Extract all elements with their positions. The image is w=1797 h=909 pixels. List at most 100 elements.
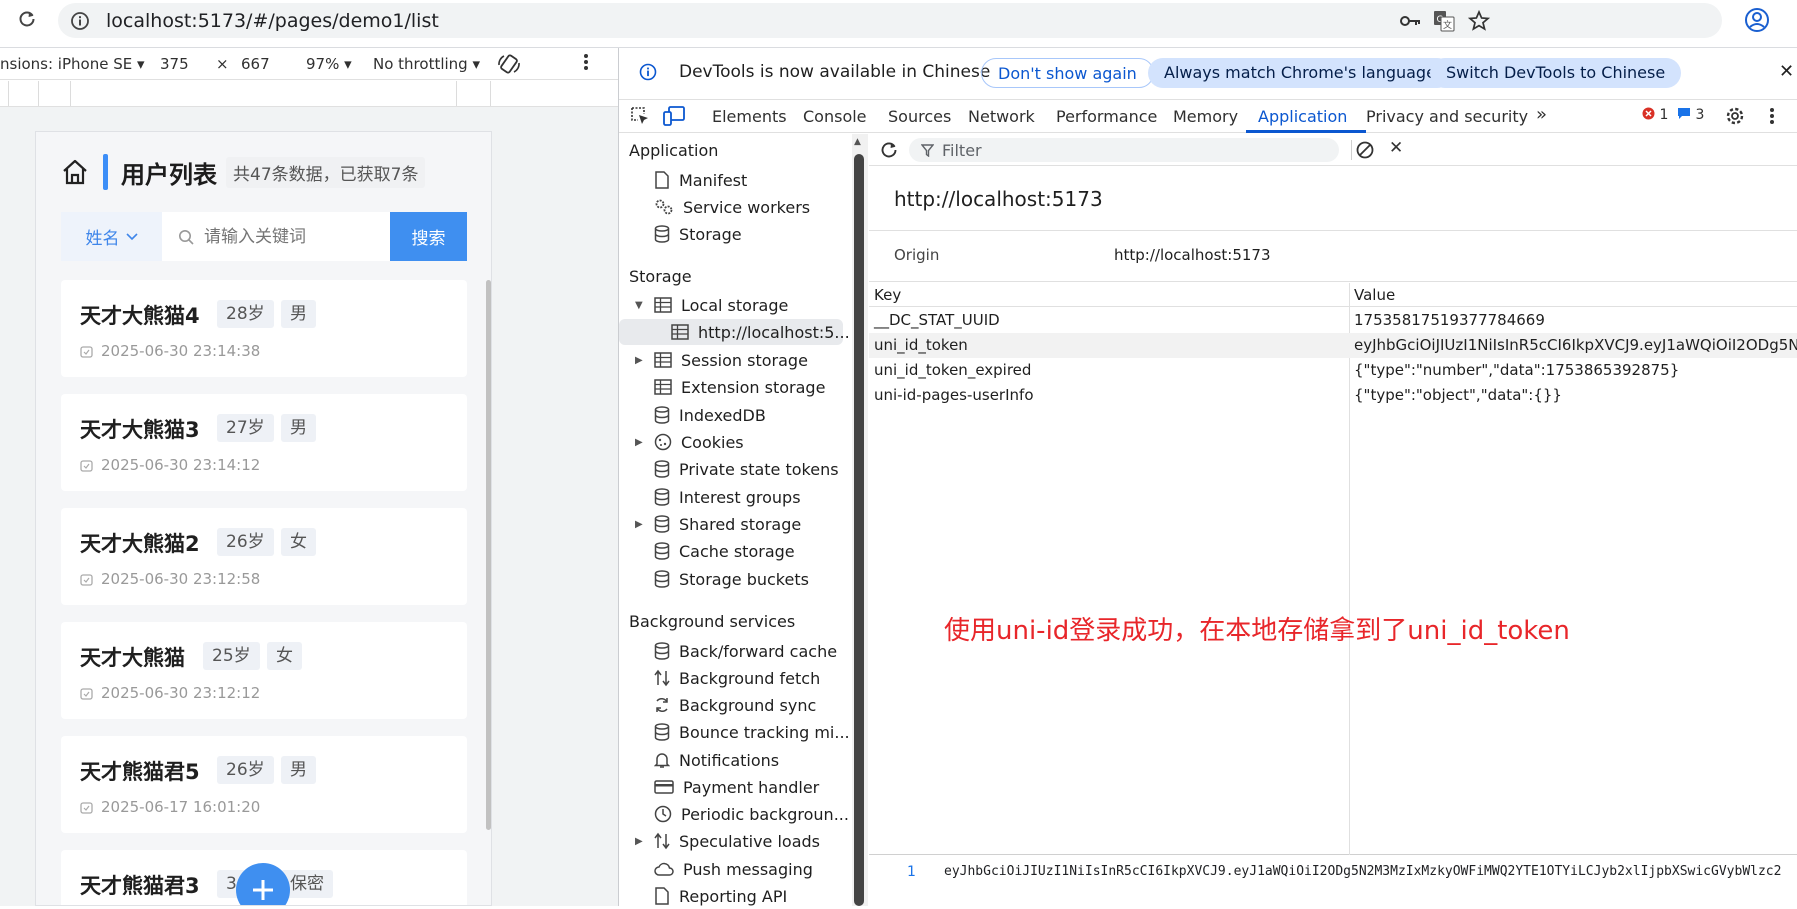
key-icon[interactable]: [1400, 10, 1422, 32]
user-card[interactable]: 天才大熊猫3 27岁 男 2025-06-30 23:14:12: [61, 394, 467, 491]
browser-toolbar: localhost:5173/#/pages/demo1/list G文: [0, 0, 1797, 48]
sidebar-item-notifications[interactable]: Notifications: [654, 747, 779, 773]
gender-tag: 男: [281, 414, 316, 442]
sidebar-item-shared-storage[interactable]: ▶ Shared storage: [635, 511, 801, 537]
user-card[interactable]: 天才大熊猫2 26岁 女 2025-06-30 23:12:58: [61, 508, 467, 605]
reload-icon[interactable]: [16, 8, 38, 30]
sidebar-item-indexeddb[interactable]: IndexedDB: [654, 402, 766, 428]
sidebar-item-storage-buckets[interactable]: Storage buckets: [654, 566, 809, 592]
tab-console[interactable]: Console: [803, 107, 867, 126]
tab-privacy-security[interactable]: Privacy and security: [1366, 107, 1528, 126]
sidebar-item-periodic-background-sync[interactable]: Periodic backgroun...: [654, 801, 849, 827]
tab-application[interactable]: Application: [1258, 107, 1347, 126]
user-time: 2025-06-30 23:14:12: [80, 456, 260, 474]
url-text[interactable]: localhost:5173/#/pages/demo1/list: [106, 10, 439, 32]
collapsed-triangle-icon[interactable]: ▶: [635, 437, 645, 448]
devtools-more-icon[interactable]: [1769, 106, 1775, 130]
device-toolbar-toggle-icon[interactable]: [663, 106, 685, 130]
user-card[interactable]: 天才大熊猫 25岁 女 2025-06-30 23:12:12: [61, 622, 467, 719]
table-row[interactable]: uni_id_token_expired {"type":"number","d…: [869, 358, 1797, 383]
tab-sources[interactable]: Sources: [888, 107, 951, 126]
app-header: 用户列表 共47条数据，已获取7条: [61, 154, 426, 190]
message-count-badge[interactable]: 3: [1677, 107, 1704, 123]
settings-gear-icon[interactable]: [1725, 106, 1745, 130]
viewport-height[interactable]: 667: [241, 55, 270, 73]
collapsed-triangle-icon[interactable]: ▶: [635, 355, 645, 366]
age-tag: 27岁: [217, 414, 274, 442]
sidebar-item-payment-handler[interactable]: Payment handler: [654, 774, 819, 800]
database-icon: [654, 515, 670, 533]
bookmark-star-icon[interactable]: [1468, 10, 1490, 32]
gears-icon: [655, 199, 673, 215]
sidebar-item-bounce-tracking[interactable]: Bounce tracking mi...: [654, 719, 850, 745]
sidebar-item-interest-groups[interactable]: Interest groups: [654, 484, 801, 510]
translate-icon[interactable]: G文: [1433, 10, 1455, 32]
user-time: 2025-06-30 23:14:38: [80, 342, 260, 360]
expanded-triangle-icon[interactable]: ▼: [635, 300, 645, 311]
profile-avatar-icon[interactable]: [1744, 7, 1770, 33]
sidebar-item-storage[interactable]: Storage: [654, 221, 742, 247]
inspect-element-icon[interactable]: [630, 106, 650, 130]
sidebar-scrollbar-thumb[interactable]: [854, 154, 864, 906]
tab-elements[interactable]: Elements: [712, 107, 787, 126]
collapsed-triangle-icon[interactable]: ▶: [635, 836, 645, 847]
collapsed-triangle-icon[interactable]: ▶: [635, 519, 645, 530]
sidebar-item-cache-storage[interactable]: Cache storage: [654, 538, 795, 564]
address-bar[interactable]: localhost:5173/#/pages/demo1/list G文: [58, 3, 1722, 38]
sidebar-item-private-state-tokens[interactable]: Private state tokens: [654, 456, 839, 482]
user-time-text: 2025-06-30 23:14:12: [101, 456, 261, 474]
page-scrollbar[interactable]: [486, 280, 491, 830]
table-row[interactable]: uni_id_token eyJhbGciOiJIUzI1NiIsInR5cCI…: [869, 333, 1797, 358]
scroll-up-arrow-icon[interactable]: ▲: [854, 137, 861, 147]
search-input[interactable]: [204, 226, 364, 247]
sidebar-item-local-origin[interactable]: http://localhost:5...: [619, 319, 850, 345]
user-card[interactable]: 天才大熊猫4 28岁 男 2025-06-30 23:14:38: [61, 280, 467, 377]
sidebar-label: Background fetch: [679, 668, 821, 688]
refresh-icon[interactable]: [879, 140, 899, 164]
device-toolbar: nsions: iPhone SE ▾ 375 × 667 97% ▾ No t…: [0, 48, 618, 80]
zoom-select[interactable]: 97% ▾: [306, 55, 352, 73]
sidebar-label: Extension storage: [681, 377, 826, 397]
table-row[interactable]: uni-id-pages-userInfo {"type":"object","…: [869, 383, 1797, 408]
sidebar-item-cookies[interactable]: ▶ Cookies: [635, 429, 744, 455]
delete-selected-icon[interactable]: ✕: [1389, 138, 1403, 158]
column-key-header[interactable]: Key: [874, 286, 901, 304]
sidebar-item-speculative-loads[interactable]: ▶ Speculative loads: [635, 828, 820, 854]
preview-code[interactable]: eyJhbGciOiJIUzI1NiIsInR5cCI6IkpXVCJ9.eyJ…: [944, 864, 1781, 879]
sidebar-item-back-forward-cache[interactable]: Back/forward cache: [654, 638, 837, 664]
error-count-badge[interactable]: 1: [1642, 107, 1668, 123]
always-match-language-button[interactable]: Always match Chrome's language: [1148, 58, 1452, 88]
device-more-icon[interactable]: [583, 52, 589, 76]
user-card[interactable]: 天才熊猫君5 26岁 男 2025-06-17 16:01:20: [61, 736, 467, 833]
sidebar-item-session-storage[interactable]: ▶ Session storage: [635, 347, 808, 373]
close-icon[interactable]: ✕: [1779, 61, 1794, 82]
sidebar-item-service-workers[interactable]: Service workers: [654, 194, 810, 220]
clear-all-icon[interactable]: [1355, 140, 1375, 164]
sidebar-item-reporting-api[interactable]: Reporting API: [654, 883, 787, 909]
device-select[interactable]: nsions: iPhone SE ▾: [0, 55, 145, 73]
database-icon: [654, 542, 670, 560]
sidebar-item-push-messaging[interactable]: Push messaging: [654, 856, 813, 882]
filter-input[interactable]: Filter: [909, 138, 1339, 162]
sidebar-item-background-sync[interactable]: Background sync: [654, 692, 816, 718]
dont-show-again-button[interactable]: Don't show again: [981, 58, 1154, 88]
throttle-select[interactable]: No throttling ▾: [373, 55, 480, 73]
sidebar-item-background-fetch[interactable]: Background fetch: [654, 665, 820, 691]
sidebar-item-extension-storage[interactable]: Extension storage: [654, 374, 825, 400]
column-value-header[interactable]: Value: [1354, 286, 1395, 304]
switch-to-chinese-button[interactable]: Switch DevTools to Chinese: [1430, 58, 1682, 88]
document-icon: [655, 171, 669, 189]
sidebar-item-manifest[interactable]: Manifest: [654, 167, 747, 193]
rotate-icon[interactable]: [497, 53, 521, 79]
home-icon[interactable]: [61, 158, 89, 186]
more-tabs-icon[interactable]: »: [1536, 104, 1547, 125]
tab-memory[interactable]: Memory: [1173, 107, 1238, 126]
sidebar-item-local-storage[interactable]: ▼ Local storage: [635, 292, 788, 318]
tab-network[interactable]: Network: [968, 107, 1035, 126]
site-info-icon[interactable]: [70, 11, 90, 31]
search-button[interactable]: 搜索: [390, 212, 467, 261]
search-field-select[interactable]: 姓名: [61, 212, 162, 261]
viewport-width[interactable]: 375: [160, 55, 189, 73]
tab-performance[interactable]: Performance: [1056, 107, 1157, 126]
table-row[interactable]: __DC_STAT_UUID 17535817519377784669: [869, 308, 1797, 333]
